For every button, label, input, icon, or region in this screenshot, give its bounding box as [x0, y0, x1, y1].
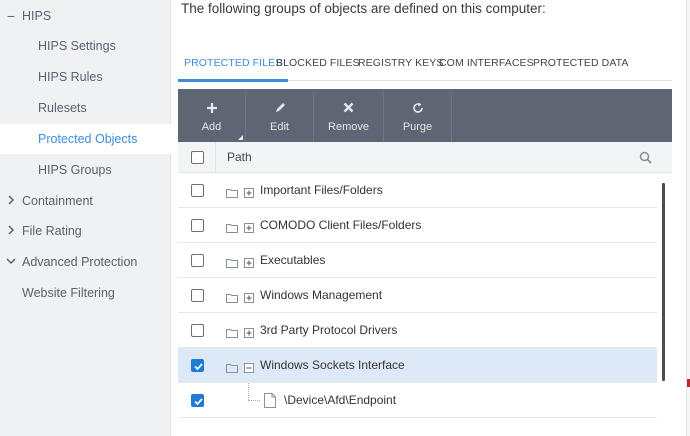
row-label: Important Files/Folders [260, 183, 383, 197]
tab-protected-files[interactable]: PROTECTED FILES [177, 44, 289, 82]
row-label: COMODO Client Files/Folders [260, 218, 422, 232]
select-all-checkbox[interactable] [191, 151, 204, 164]
expand-icon[interactable] [244, 255, 254, 273]
table-row[interactable]: 3rd Party Protocol Drivers [178, 313, 657, 348]
row-checkbox[interactable] [191, 184, 204, 197]
expand-icon[interactable] [244, 220, 254, 238]
sidebar-item-label: Rulesets [38, 101, 87, 115]
sidebar-item-protected-objects[interactable]: Protected Objects [0, 124, 171, 154]
sidebar-item-label: HIPS Groups [38, 163, 112, 177]
refresh-icon [412, 99, 424, 117]
dropdown-indicator-icon [238, 135, 243, 140]
add-button[interactable]: Add [178, 89, 246, 142]
expand-icon[interactable] [244, 185, 254, 203]
table-scrollbar[interactable] [662, 183, 665, 381]
row-label: \Device\Afd\Endpoint [284, 393, 397, 407]
chevron-down-icon [6, 256, 16, 268]
sidebar-item-label: Website Filtering [22, 286, 115, 300]
tree-connector [248, 383, 249, 400]
tab-registry-keys[interactable]: REGISTRY KEYS [358, 44, 444, 81]
edit-button[interactable]: Edit [246, 89, 314, 142]
table-row[interactable]: COMODO Client Files/Folders [178, 208, 657, 243]
sidebar-item-hips-settings[interactable]: HIPS Settings [0, 31, 171, 61]
column-header-path: Path [227, 150, 252, 164]
file-icon [264, 393, 276, 413]
chevron-right-icon [6, 224, 16, 238]
expand-icon[interactable] [244, 290, 254, 308]
collapse-icon: − [6, 8, 16, 24]
folder-icon [226, 185, 238, 203]
row-checkbox[interactable] [191, 324, 204, 337]
sidebar-item-website-filtering[interactable]: Website Filtering [0, 278, 171, 308]
folder-icon [226, 290, 238, 308]
search-icon[interactable] [639, 151, 652, 169]
folder-icon [226, 325, 238, 343]
pencil-icon [274, 99, 286, 117]
sidebar-item-label: File Rating [22, 224, 82, 238]
sidebar: − HIPS HIPS Settings HIPS Rules Rulesets… [0, 0, 171, 436]
edit-button-label: Edit [270, 120, 289, 133]
row-checkbox[interactable] [191, 289, 204, 302]
sidebar-item-hips-rules[interactable]: HIPS Rules [0, 62, 171, 92]
column-divider [215, 142, 216, 173]
window-edge [686, 0, 690, 436]
folder-icon [226, 255, 238, 273]
folder-icon [226, 360, 238, 378]
row-label: 3rd Party Protocol Drivers [260, 323, 398, 337]
toolbar: Add Edit Remove Purge [178, 89, 672, 142]
add-button-label: Add [201, 120, 222, 133]
sidebar-item-label: Advanced Protection [22, 255, 138, 269]
tree-connector [248, 400, 260, 401]
row-label: Windows Management [260, 288, 383, 302]
close-icon [343, 99, 354, 117]
sidebar-item-label: Protected Objects [38, 132, 138, 146]
row-checkbox[interactable] [191, 254, 204, 267]
row-checkbox[interactable] [191, 219, 204, 232]
sidebar-item-label: HIPS Rules [38, 70, 103, 84]
tab-com-interfaces[interactable]: COM INTERFACES [439, 44, 534, 81]
table-row-child[interactable]: \Device\Afd\Endpoint [178, 383, 657, 418]
remove-button[interactable]: Remove [314, 89, 384, 142]
row-checkbox[interactable] [191, 359, 204, 372]
table-row[interactable]: Windows Management [178, 278, 657, 313]
row-checkbox[interactable] [191, 394, 204, 407]
plus-icon [206, 99, 218, 117]
tab-protected-data[interactable]: PROTECTED DATA [533, 44, 629, 81]
sidebar-item-file-rating[interactable]: File Rating [0, 216, 171, 246]
sidebar-item-hips[interactable]: − HIPS [0, 1, 171, 31]
protected-files-table: Path Important Files/Folders COMODO Clie… [178, 142, 672, 436]
page-heading: The following groups of objects are defi… [181, 1, 546, 16]
table-row[interactable]: Executables [178, 243, 657, 278]
remove-button-label: Remove [328, 120, 369, 133]
sidebar-item-label: Containment [22, 194, 93, 208]
tab-bar: PROTECTED FILES BLOCKED FILES REGISTRY K… [177, 44, 672, 82]
row-label: Windows Sockets Interface [260, 358, 405, 372]
collapse-icon[interactable] [244, 360, 254, 378]
sidebar-item-advanced-protection[interactable]: Advanced Protection [0, 247, 171, 277]
chevron-right-icon [6, 194, 16, 208]
table-row[interactable]: Windows Sockets Interface [178, 348, 657, 383]
sidebar-item-containment[interactable]: Containment [0, 186, 171, 216]
folder-icon [226, 220, 238, 238]
sidebar-item-rulesets[interactable]: Rulesets [0, 93, 171, 123]
table-row[interactable]: Important Files/Folders [178, 173, 657, 208]
sidebar-item-label: HIPS Settings [38, 39, 116, 53]
sidebar-item-label: HIPS [22, 9, 52, 23]
row-label: Executables [260, 253, 326, 267]
expand-icon[interactable] [244, 325, 254, 343]
sidebar-item-hips-groups[interactable]: HIPS Groups [0, 155, 171, 185]
tab-blocked-files[interactable]: BLOCKED FILES [276, 44, 360, 81]
purge-button-label: Purge [402, 120, 433, 133]
table-header: Path [178, 142, 672, 173]
purge-button[interactable]: Purge [384, 89, 452, 142]
